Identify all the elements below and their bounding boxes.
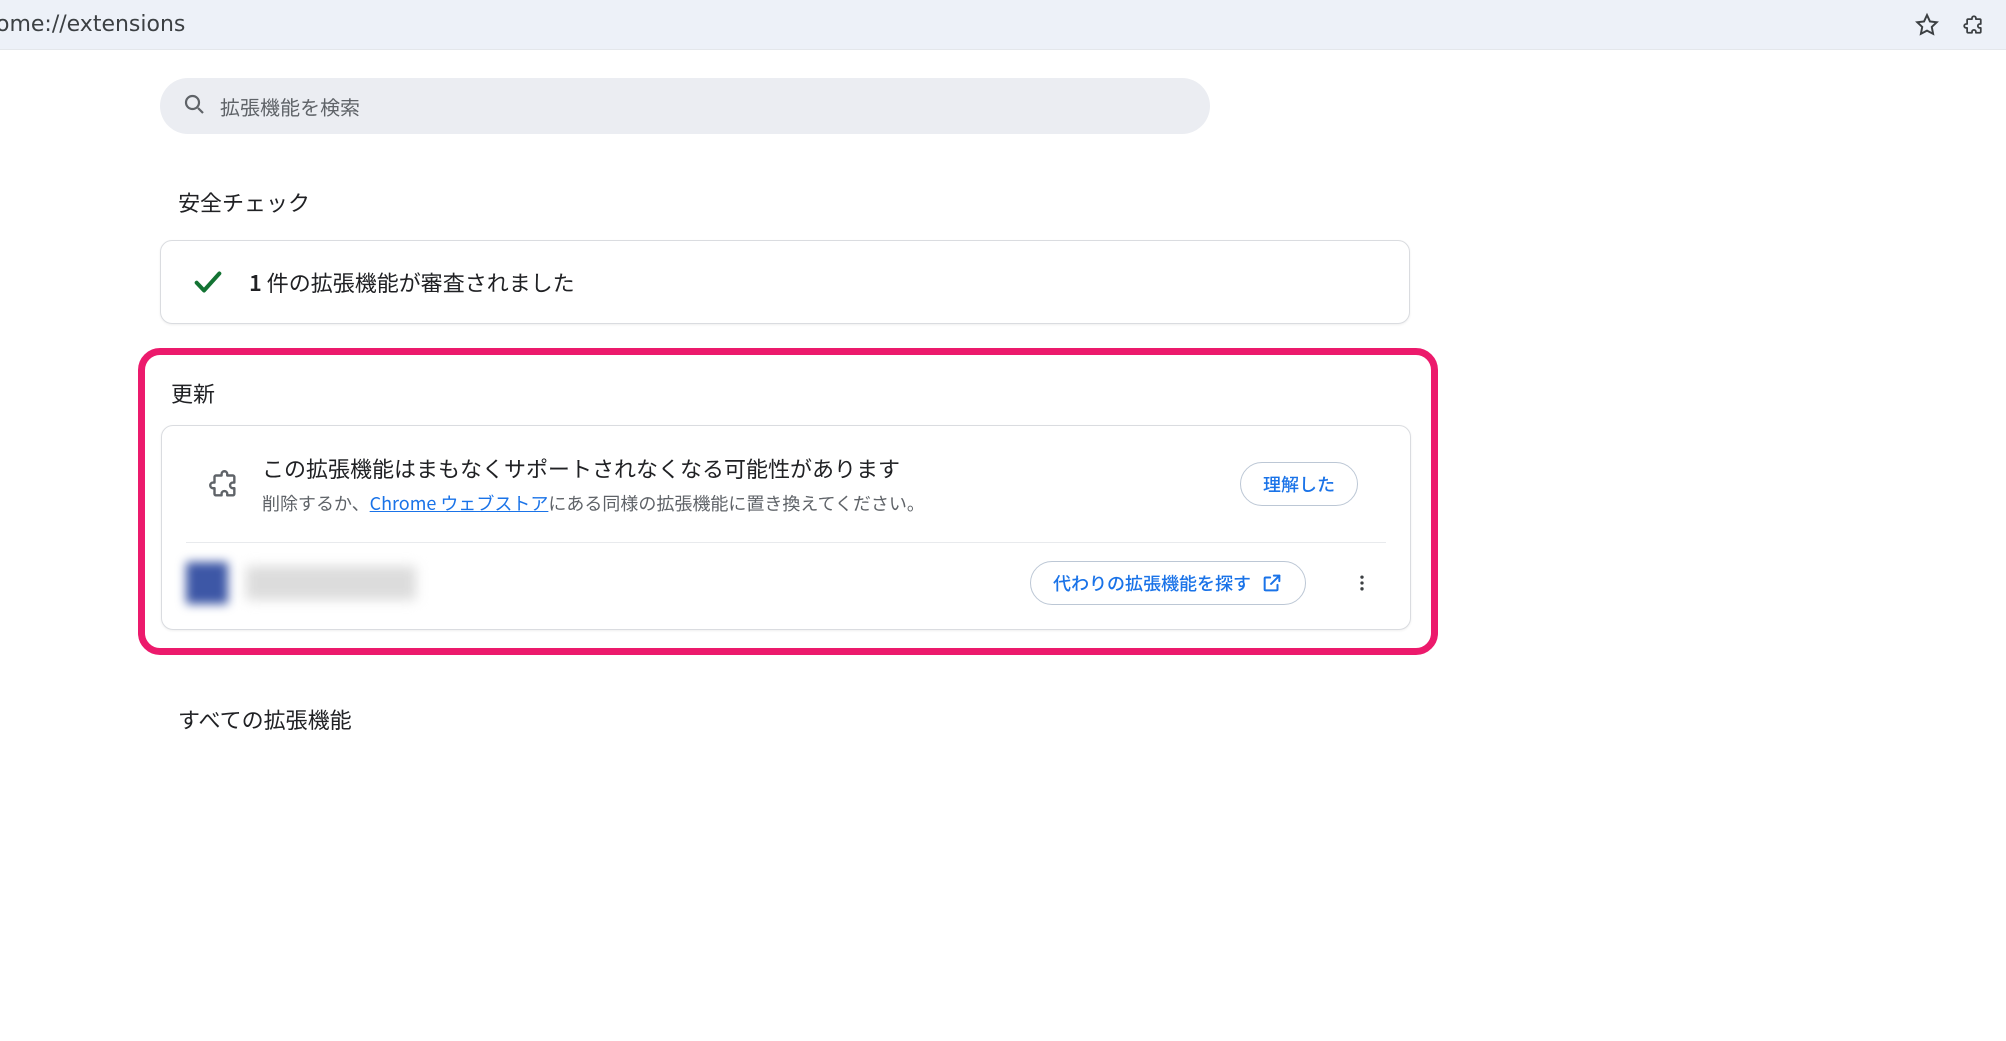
find-alternative-button[interactable]: 代わりの拡張機能を探す (1030, 561, 1306, 605)
search-input[interactable] (220, 92, 1188, 121)
extensions-puzzle-icon[interactable] (1960, 12, 1986, 38)
all-extensions-section-title: すべての拡張機能 (178, 703, 1460, 735)
updates-section-title: 更新 (171, 377, 1415, 409)
safety-check-section-title: 安全チェック (178, 186, 1460, 218)
check-icon (191, 265, 225, 299)
update-warning-row: この拡張機能はまもなくサポートされなくなる可能性があります 削除するか、Chro… (186, 426, 1386, 543)
open-in-new-icon (1261, 572, 1283, 594)
safety-check-text: 1 件の拡張機能が審査されました (249, 266, 575, 298)
update-warning-description: 削除するか、Chrome ウェブストアにある同様の拡張機能に置き換えてください。 (262, 490, 1218, 516)
more-options-button[interactable] (1342, 563, 1382, 603)
update-warning-title: この拡張機能はまもなくサポートされなくなる可能性があります (262, 452, 1218, 484)
extension-puzzle-icon (210, 467, 240, 501)
updates-card: この拡張機能はまもなくサポートされなくなる可能性があります 削除するか、Chro… (161, 425, 1411, 630)
extension-row: 代わりの拡張機能を探す (162, 543, 1410, 629)
url-text[interactable]: ome://extensions (0, 12, 185, 37)
search-extensions-box[interactable] (160, 78, 1210, 134)
acknowledge-button[interactable]: 理解した (1240, 462, 1358, 506)
safety-check-count: 1 (249, 266, 262, 298)
extension-name (246, 566, 416, 600)
bookmark-star-icon[interactable] (1914, 12, 1940, 38)
browser-address-bar: ome://extensions (0, 0, 2006, 50)
chrome-web-store-link[interactable]: Chrome ウェブストア (370, 490, 549, 516)
search-icon (182, 92, 206, 121)
updates-highlight-annotation: 更新 この拡張機能はまもなくサポートされなくなる可能性があります 削除するか、C… (138, 348, 1438, 655)
extension-icon (186, 562, 228, 604)
safety-check-card: 1 件の拡張機能が審査されました (160, 240, 1410, 324)
